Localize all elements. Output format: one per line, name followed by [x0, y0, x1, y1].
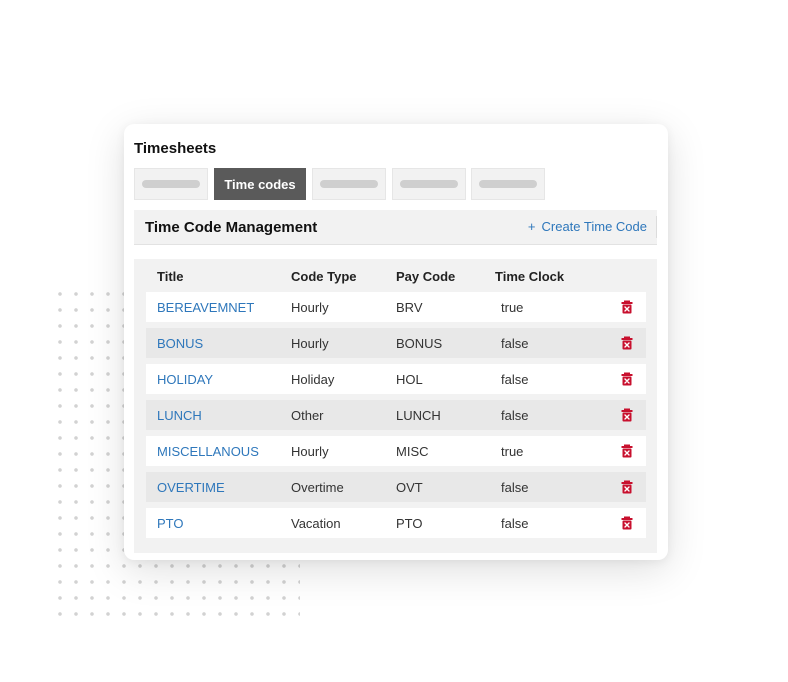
- tab-label-placeholder: [320, 180, 378, 188]
- cell-title[interactable]: OVERTIME: [157, 480, 225, 495]
- app-title: Timesheets: [134, 140, 217, 157]
- tab-placeholder-5[interactable]: [471, 168, 545, 200]
- cell-title[interactable]: PTO: [157, 516, 184, 531]
- cell-time-clock: false: [501, 336, 529, 351]
- table-row: BEREAVEMNET Hourly BRV true: [146, 292, 646, 322]
- trash-icon[interactable]: [620, 336, 634, 350]
- cell-time-clock: false: [501, 480, 529, 495]
- cell-pay-code: PTO: [396, 516, 423, 531]
- section-header: Time Code Management + Create Time Code: [134, 210, 657, 245]
- timesheets-panel: Timesheets Time codes Time Code Manageme…: [124, 124, 668, 560]
- cell-time-clock: true: [501, 444, 524, 459]
- cell-title[interactable]: HOLIDAY: [157, 372, 213, 387]
- cell-title[interactable]: MISCELLANOUS: [157, 444, 259, 459]
- plus-icon: +: [527, 219, 536, 234]
- table-row: HOLIDAY Holiday HOL false: [146, 364, 646, 394]
- table-row: PTO Vacation PTO false: [146, 508, 646, 538]
- cell-code-type: Hourly: [291, 300, 329, 315]
- cell-time-clock: false: [501, 372, 529, 387]
- cell-code-type: Holiday: [291, 372, 335, 387]
- cell-pay-code: BRV: [396, 300, 423, 315]
- cell-pay-code: HOL: [396, 372, 423, 387]
- cell-time-clock: false: [501, 408, 529, 423]
- table-row: MISCELLANOUS Hourly MISC true: [146, 436, 646, 466]
- create-time-code-button[interactable]: + Create Time Code: [528, 219, 647, 234]
- tab-placeholder-3[interactable]: [312, 168, 386, 200]
- table-row: LUNCH Other LUNCH false: [146, 400, 646, 430]
- trash-icon[interactable]: [620, 480, 634, 494]
- cell-code-type: Vacation: [291, 516, 341, 531]
- tab-label-placeholder: [400, 180, 458, 188]
- table-row: OVERTIME Overtime OVT false: [146, 472, 646, 502]
- table-row: BONUS Hourly BONUS false: [146, 328, 646, 358]
- trash-icon[interactable]: [620, 516, 634, 530]
- column-header-time-clock[interactable]: Time Clock: [495, 269, 564, 284]
- cell-pay-code: OVT: [396, 480, 423, 495]
- column-header-pay-code[interactable]: Pay Code: [396, 269, 455, 284]
- divider: [656, 216, 657, 238]
- cell-code-type: Hourly: [291, 336, 329, 351]
- tab-placeholder-1[interactable]: [134, 168, 208, 200]
- tab-label-placeholder: [479, 180, 537, 188]
- column-header-code-type[interactable]: Code Type: [291, 269, 357, 284]
- tab-placeholder-4[interactable]: [392, 168, 466, 200]
- cell-code-type: Other: [291, 408, 324, 423]
- time-codes-table: Title Code Type Pay Code Time Clock BERE…: [134, 259, 657, 553]
- trash-icon[interactable]: [620, 300, 634, 314]
- cell-time-clock: true: [501, 300, 524, 315]
- section-title: Time Code Management: [145, 219, 318, 236]
- cell-title[interactable]: LUNCH: [157, 408, 202, 423]
- cell-title[interactable]: BEREAVEMNET: [157, 300, 254, 315]
- trash-icon[interactable]: [620, 408, 634, 422]
- tab-time-codes[interactable]: Time codes: [214, 168, 306, 200]
- cell-code-type: Overtime: [291, 480, 344, 495]
- cell-pay-code: LUNCH: [396, 408, 441, 423]
- trash-icon[interactable]: [620, 372, 634, 386]
- cell-title[interactable]: BONUS: [157, 336, 203, 351]
- tab-label-placeholder: [142, 180, 200, 188]
- create-time-code-label: Create Time Code: [541, 219, 648, 234]
- column-header-title[interactable]: Title: [157, 269, 184, 284]
- cell-pay-code: BONUS: [396, 336, 443, 351]
- cell-pay-code: MISC: [396, 444, 429, 459]
- cell-time-clock: false: [501, 516, 529, 531]
- cell-code-type: Hourly: [291, 444, 329, 459]
- trash-icon[interactable]: [620, 444, 634, 458]
